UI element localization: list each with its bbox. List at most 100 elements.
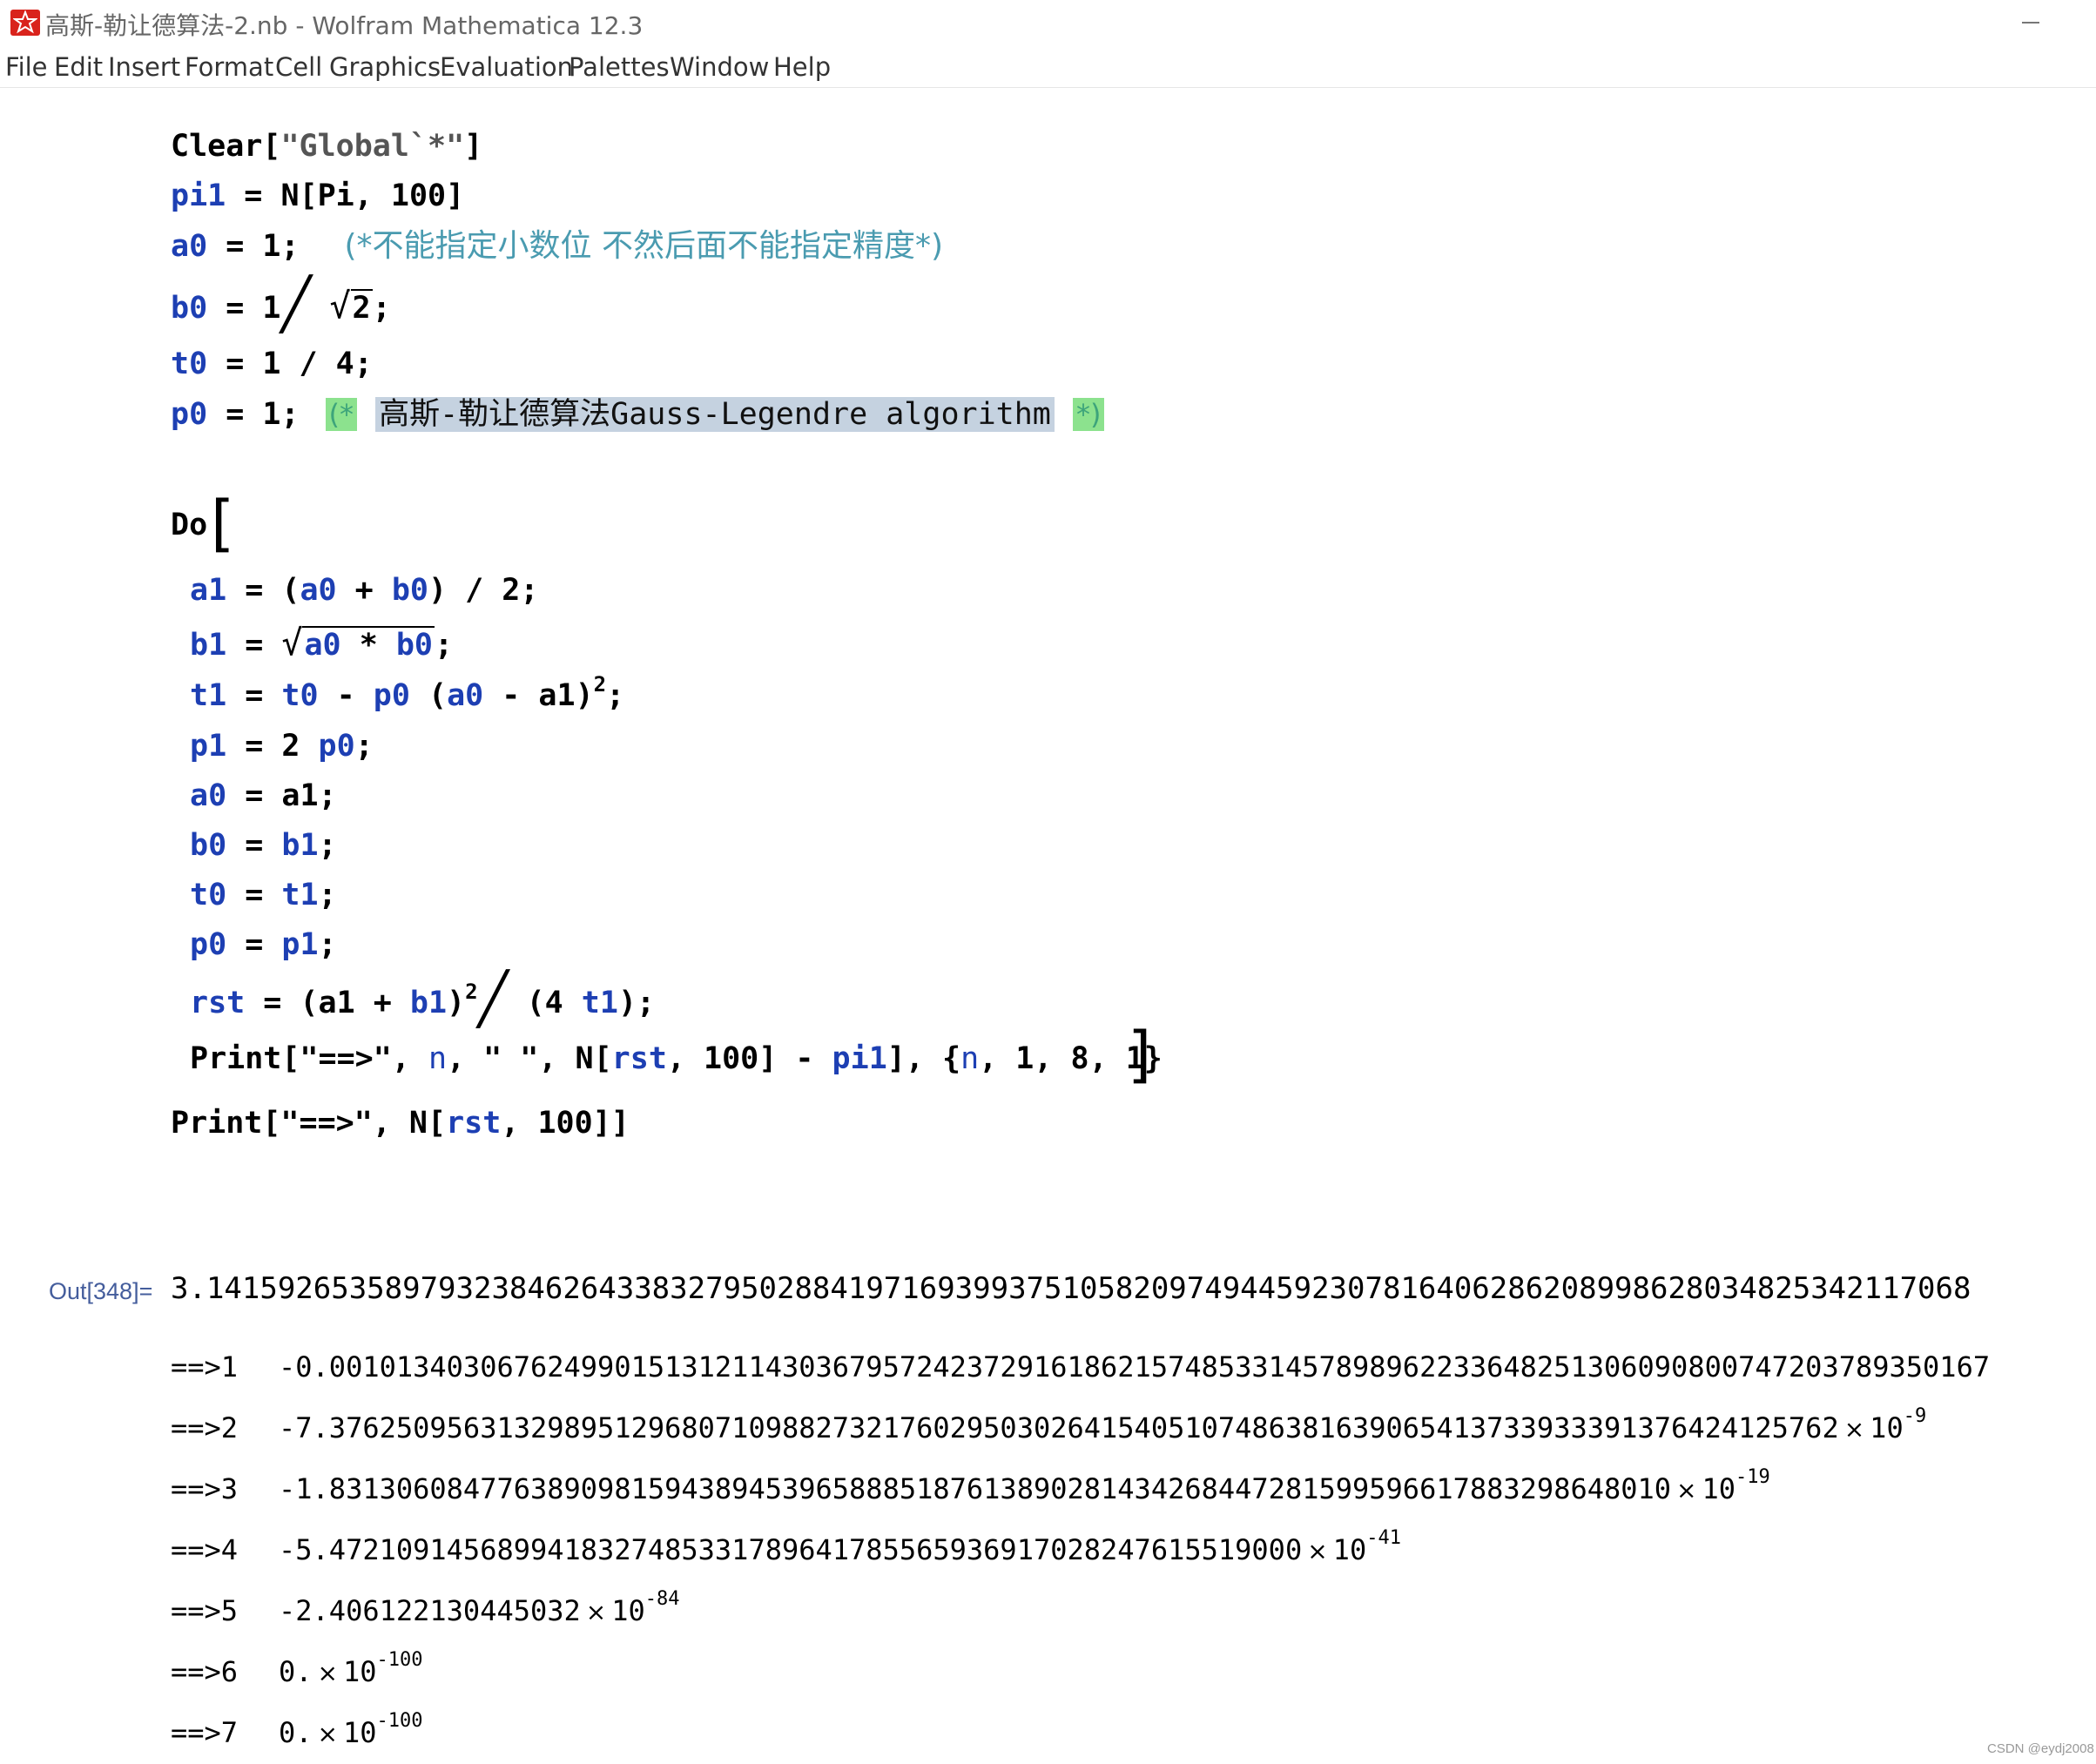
menu-file[interactable]: File (5, 52, 48, 82)
times-sign: × (317, 1720, 338, 1748)
exponent: 2 (465, 980, 478, 1004)
variable: p0 (171, 397, 208, 432)
variable: p0 (373, 678, 410, 713)
output-value: 3.14159265358979323846264338327950288419… (171, 1271, 1971, 1306)
sqrt-symbol: √ (329, 286, 351, 327)
code-line-b1: b1 = √a0 * b0; (190, 624, 453, 663)
variable: p1 (281, 927, 319, 962)
title-bar: 高斯-勒让德算法-2.nb - Wolfram Mathematica 12.3 (0, 0, 2096, 44)
code-line-t0: t0 = 1 / 4; (171, 345, 373, 383)
code-line-print-loop: Print["==>", n, " ", N[rst, 100] - pi1],… (190, 1040, 1163, 1078)
variable: a0 (300, 573, 337, 608)
window-title: 高斯-勒让德算法-2.nb - Wolfram Mathematica 12.3 (45, 11, 644, 40)
expression: ["==>", N[ (262, 1106, 447, 1141)
print-number: 0. (279, 1655, 313, 1688)
operator: = (226, 878, 282, 912)
print-number: -5.4721091456899418327485331789641785565… (279, 1533, 1303, 1566)
variable: b1 (190, 628, 227, 663)
bracket: ] (464, 129, 483, 164)
menu-format[interactable]: Format (185, 52, 273, 82)
variable: p0 (190, 927, 227, 962)
open-bracket: [ (211, 488, 235, 559)
variable: a0 (171, 229, 208, 264)
exponent: -100 (376, 1710, 423, 1732)
operator: = (226, 628, 282, 663)
expression: (4 (526, 986, 582, 1020)
print-value-1: -0.0010134030676249901513121143036795724… (279, 1350, 1990, 1384)
variable: a0 (447, 678, 484, 713)
variable: p1 (190, 729, 227, 764)
semicolon: ; (318, 878, 337, 912)
variable: rst (190, 986, 246, 1020)
semicolon: ; (606, 678, 625, 713)
watermark: CSDN @eydj2008 (1987, 1741, 2094, 1756)
code-line-do: Do (171, 506, 207, 544)
menu-cell[interactable]: Cell (275, 52, 322, 82)
code-line-p0-update: p0 = p1; (190, 926, 337, 964)
code-line-a0: a0 = 1; (*不能指定小数位 不然后面不能指定精度*) (171, 227, 943, 266)
variable: b1 (281, 828, 319, 863)
variable: t1 (281, 878, 319, 912)
paren: ) (447, 986, 466, 1020)
variable: b1 (409, 986, 448, 1020)
menu-help[interactable]: Help (773, 52, 831, 82)
print-number: -0.0010134030676249901513121143036795724… (279, 1350, 1991, 1384)
variable: rst (446, 1106, 502, 1141)
variable: b0 (391, 573, 428, 608)
operator: = ( (226, 573, 300, 608)
menu-graphics[interactable]: Graphics (329, 52, 441, 82)
print-number: -2.406122130445032 (279, 1594, 581, 1627)
code-line-a0-update: a0 = a1; (190, 777, 337, 815)
close-bracket: ] (1128, 1019, 1152, 1090)
print-prefix-2: ==>2 (171, 1411, 239, 1444)
exponent: -9 (1903, 1405, 1927, 1427)
code-line-pi1: pi1 = N[Pi, 100] (171, 177, 464, 215)
output-label: Out[348]= (49, 1278, 153, 1304)
variable: a1 (190, 573, 227, 608)
expression: ); (617, 986, 656, 1020)
function-name: Clear (171, 129, 263, 164)
division-slash: ╱ (280, 274, 312, 333)
variable: rst (611, 1041, 667, 1076)
code-line-a1: a1 = (a0 + b0) / 2; (190, 571, 538, 609)
expression: = a1; (226, 778, 337, 813)
operator: = (226, 927, 282, 962)
sqrt-symbol: √ (281, 623, 303, 663)
operator: + (336, 573, 392, 608)
expression: = (a1 + (245, 986, 410, 1020)
menu-edit[interactable]: Edit (54, 52, 103, 82)
code-line-b0: b0 = 1╱ √2; (171, 279, 391, 329)
menu-window[interactable]: Window (670, 52, 769, 82)
notebook[interactable]: Clear["Global`*"] pi1 = N[Pi, 100] a0 = … (0, 88, 2096, 1764)
minimize-button[interactable] (2012, 5, 2050, 37)
mathematica-logo-icon (10, 10, 40, 36)
code-line-p0: p0 = 1; (* 高斯-勒让德算法Gauss-Legendre algorit… (171, 395, 1105, 434)
menu-evaluation[interactable]: Evaluation (440, 52, 573, 82)
print-number: 0. (279, 1716, 313, 1749)
variable: a0 (304, 628, 341, 663)
expression: N[Pi, 100] (280, 178, 465, 213)
expression: , 100] - (666, 1041, 832, 1076)
expression: = 1 (207, 291, 281, 326)
menu-palettes[interactable]: Palettes (569, 52, 670, 82)
code-comment: (*不能指定小数位 不然后面不能指定精度*) (344, 228, 944, 264)
menu-insert[interactable]: Insert (108, 52, 180, 82)
semicolon: ; (318, 927, 337, 962)
radicand: 2 (350, 289, 373, 326)
variable: pi1 (171, 178, 226, 213)
print-number: -1.8313060847763890981594389453965888518… (279, 1472, 1672, 1505)
variable: t0 (171, 347, 208, 381)
base-ten: 10 (1702, 1472, 1736, 1505)
expression: , " ", N[ (447, 1041, 612, 1076)
print-prefix-3: ==>3 (171, 1472, 239, 1505)
selected-comment-text[interactable]: 高斯-勒让德算法Gauss-Legendre algorithm (375, 397, 1055, 432)
code-line-clear: Clear["Global`*"] (171, 127, 482, 165)
code-line-t0-update: t0 = t1; (190, 876, 337, 914)
print-prefix-7: ==>7 (171, 1716, 239, 1749)
variable: t0 (190, 878, 227, 912)
print-value-2: -7.3762509563132989512968071098827321760… (279, 1405, 1926, 1444)
operator: = (226, 828, 282, 863)
expression: = 1; (207, 397, 300, 432)
function-name: Print (190, 1041, 282, 1076)
variable: n (428, 1041, 448, 1076)
